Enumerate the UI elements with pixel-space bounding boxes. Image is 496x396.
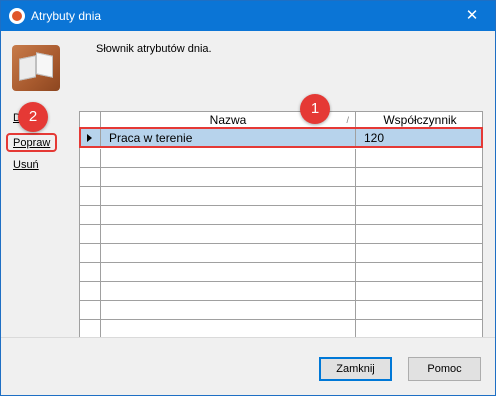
empty-table-row[interactable] xyxy=(80,225,482,244)
empty-cell xyxy=(80,225,101,243)
empty-cell xyxy=(80,320,101,338)
empty-cell xyxy=(356,187,482,205)
help-button[interactable]: Pomoc xyxy=(408,357,481,381)
title-bar: Atrybuty dnia ✕ xyxy=(1,1,495,31)
empty-cell xyxy=(101,206,356,224)
selected-row-highlight xyxy=(79,127,483,148)
annotation-badge-1: 1 xyxy=(300,94,330,124)
empty-table-row[interactable] xyxy=(80,263,482,282)
window-title: Atrybuty dnia xyxy=(31,9,102,23)
empty-table-row[interactable] xyxy=(80,149,482,168)
empty-cell xyxy=(356,320,482,338)
empty-cell xyxy=(101,320,356,338)
empty-table-row[interactable] xyxy=(80,187,482,206)
delete-link[interactable]: Usuń xyxy=(13,159,39,171)
dialog-footer: Zamknij Pomoc xyxy=(1,337,495,395)
empty-cell xyxy=(80,149,101,167)
empty-cell xyxy=(101,187,356,205)
sort-icon: / xyxy=(346,115,349,125)
empty-table-row[interactable] xyxy=(80,244,482,263)
column-header-wspolczynnik[interactable]: Współczynnik xyxy=(356,112,482,128)
empty-cell xyxy=(356,206,482,224)
column-label-nazwa: Nazwa xyxy=(209,113,247,127)
annotation-badge-2: 2 xyxy=(18,102,48,132)
dialog-window: Atrybuty dnia ✕ Słownik atrybutów dnia. … xyxy=(0,0,496,396)
dictionary-description: Słownik atrybutów dnia. xyxy=(96,43,212,55)
close-button[interactable]: Zamknij xyxy=(319,357,392,381)
empty-cell xyxy=(80,301,101,319)
empty-cell xyxy=(356,149,482,167)
empty-cell xyxy=(356,225,482,243)
table-header: Nazwa / Współczynnik xyxy=(80,112,482,128)
empty-cell xyxy=(80,206,101,224)
empty-table-row[interactable] xyxy=(80,168,482,187)
empty-cell xyxy=(101,149,356,167)
empty-cell xyxy=(356,263,482,281)
empty-cell xyxy=(356,282,482,300)
attributes-table[interactable]: Nazwa / Współczynnik Praca w terenie 120 xyxy=(79,111,483,359)
empty-cell xyxy=(101,244,356,262)
empty-cell xyxy=(80,282,101,300)
edit-link-highlight xyxy=(6,133,57,152)
row-indicator-header xyxy=(80,112,101,128)
empty-cell xyxy=(101,301,356,319)
empty-cell xyxy=(356,168,482,186)
empty-cell xyxy=(80,187,101,205)
empty-cell xyxy=(101,282,356,300)
empty-table-row[interactable] xyxy=(80,282,482,301)
empty-cell xyxy=(356,244,482,262)
empty-cell xyxy=(80,244,101,262)
dialog-body: Słownik atrybutów dnia. Dodaj Popraw Usu… xyxy=(1,31,495,395)
empty-table-row[interactable] xyxy=(80,301,482,320)
empty-cell xyxy=(356,301,482,319)
empty-cell xyxy=(80,263,101,281)
empty-cell xyxy=(80,168,101,186)
empty-cell xyxy=(101,168,356,186)
close-window-button[interactable]: ✕ xyxy=(449,1,495,31)
app-logo-icon xyxy=(9,8,25,24)
empty-cell xyxy=(101,263,356,281)
empty-table-row[interactable] xyxy=(80,206,482,225)
book-icon xyxy=(12,45,60,91)
empty-cell xyxy=(101,225,356,243)
